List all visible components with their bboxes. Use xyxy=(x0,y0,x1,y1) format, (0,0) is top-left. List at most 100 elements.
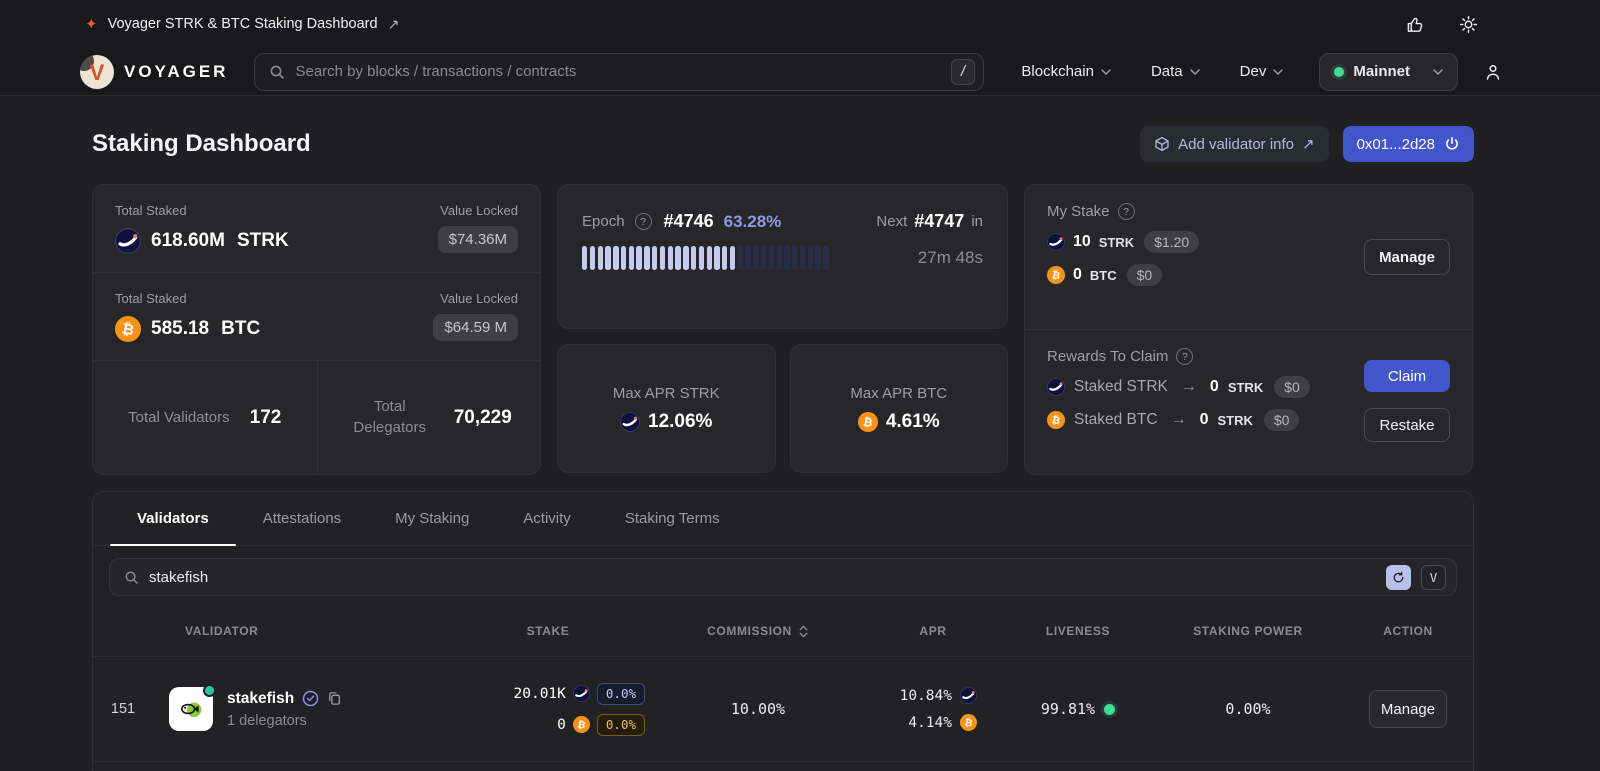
strk-icon xyxy=(115,228,141,254)
validator-search[interactable]: V xyxy=(109,558,1457,596)
col-liveness: LIVENESS xyxy=(1045,624,1111,638)
apr-btc-value: 4.14% xyxy=(908,714,952,731)
my-stake-strk-row: 10 STRK $1.20 xyxy=(1047,231,1364,253)
copy-icon[interactable] xyxy=(327,691,342,706)
total-staked-btc-amount: 585.18 xyxy=(151,318,210,339)
col-stake: STAKE xyxy=(526,624,570,638)
help-icon[interactable]: ? xyxy=(1176,348,1194,365)
global-search[interactable]: / xyxy=(254,52,985,91)
next-epoch-number: #4747 xyxy=(914,211,965,231)
stake-btc-amount: 0 xyxy=(557,716,566,733)
external-link-icon: ↗ xyxy=(387,15,400,32)
voyager-logo[interactable]: V VOYAGER xyxy=(80,54,229,89)
dashboard-link-title[interactable]: Voyager STRK & BTC Staking Dashboard xyxy=(108,16,378,32)
validator-delegators: 1 delegators xyxy=(227,712,307,729)
strk-icon xyxy=(960,687,977,704)
tab-validators[interactable]: Validators xyxy=(110,492,236,546)
liveness-dot xyxy=(1104,703,1116,715)
max-apr-strk-card: Max APR STRK 12.06% xyxy=(557,344,776,473)
search-icon xyxy=(124,570,139,585)
user-account-icon[interactable] xyxy=(1484,63,1502,81)
btc-icon: ₿ xyxy=(960,714,977,731)
network-label: Mainnet xyxy=(1353,63,1410,80)
total-staked-btc: Total Staked ₿ 585.18 BTC Value Locked $… xyxy=(93,272,540,360)
my-stake-card: My Stake ? 10 STRK $1.20 ₿ 0 BTC $0 Mana… xyxy=(1024,184,1473,475)
total-staked-strk-unit: STRK xyxy=(236,230,289,251)
btc-icon: ₿ xyxy=(857,411,878,432)
menu-blockchain[interactable]: Blockchain xyxy=(1021,63,1111,80)
strk-icon xyxy=(620,411,640,432)
strk-icon xyxy=(1047,378,1065,396)
col-validator: VALIDATOR xyxy=(185,624,259,638)
arrow-right-icon: → xyxy=(1180,378,1197,395)
stakefish-logo xyxy=(169,684,216,731)
menu-data[interactable]: Data xyxy=(1151,63,1200,80)
brand-name: VOYAGER xyxy=(124,61,229,81)
rewards-btc-source: Staked BTC xyxy=(1074,411,1158,428)
network-selector[interactable]: Mainnet xyxy=(1319,52,1458,91)
rewards-btc-unit: STRK xyxy=(1217,412,1253,428)
validators-panel: Validators Attestations My Staking Activ… xyxy=(92,491,1474,771)
max-apr-strk-label: Max APR STRK xyxy=(612,384,720,402)
stake-btc-share-badge: 0.0% xyxy=(596,713,645,736)
rewards-strk-usd: $0 xyxy=(1274,376,1310,398)
total-staked-btc-label: Total Staked xyxy=(115,291,187,306)
claim-button[interactable]: Claim xyxy=(1364,360,1450,392)
total-staked-btc-unit: BTC xyxy=(221,318,261,339)
menu-data-label: Data xyxy=(1150,63,1183,80)
validator-name[interactable]: stakefish xyxy=(227,690,294,708)
epoch-card: Epoch ? #4746 63.28% Next #4747 in 27m 4… xyxy=(557,184,1008,329)
value-locked-btc: $64.59 M xyxy=(433,314,518,341)
col-action: ACTION xyxy=(1383,624,1433,638)
search-shortcut-key: / xyxy=(951,58,976,85)
verified-icon xyxy=(302,690,319,707)
total-validators-label: Total Validators xyxy=(128,409,230,426)
btc-icon: ₿ xyxy=(1047,266,1065,284)
rewards-strk-unit: STRK xyxy=(1227,379,1264,395)
power-icon xyxy=(1446,137,1458,150)
total-staked-strk: Total Staked 618.60M STRK Value Locked $… xyxy=(93,185,540,272)
search-shortcut-key: V xyxy=(1421,564,1446,590)
tab-attestations[interactable]: Attestations xyxy=(236,492,368,545)
tab-activity[interactable]: Activity xyxy=(496,492,598,545)
col-apr: APR xyxy=(919,624,947,638)
add-validator-label: Add validator info xyxy=(1178,135,1295,153)
rewards-label: Rewards To Claim xyxy=(1047,348,1169,365)
epoch-label: Epoch xyxy=(582,213,625,230)
rewards-btc-usd: $0 xyxy=(1263,409,1300,431)
chevron-down-icon xyxy=(1273,68,1284,75)
my-stake-strk-amount: 10 xyxy=(1073,233,1091,250)
search-icon xyxy=(269,64,285,80)
wallet-button[interactable]: 0x01...2d28 xyxy=(1342,126,1474,162)
validator-search-input[interactable] xyxy=(149,568,1376,586)
max-apr-btc-card: Max APR BTC ₿ 4.61% xyxy=(789,344,1008,473)
total-staked-strk-label: Total Staked xyxy=(115,203,187,218)
row-manage-button[interactable]: Manage xyxy=(1369,690,1447,728)
menu-blockchain-label: Blockchain xyxy=(1021,63,1094,80)
manage-stake-button[interactable]: Manage xyxy=(1364,239,1450,275)
epoch-progress-bar xyxy=(582,246,832,270)
global-search-input[interactable] xyxy=(295,63,942,80)
stake-strk-share-badge: 0.0% xyxy=(596,682,645,705)
tab-my-staking[interactable]: My Staking xyxy=(368,492,496,545)
refresh-button[interactable] xyxy=(1386,564,1411,590)
rewards-strk-source: Staked STRK xyxy=(1074,378,1168,395)
table-row[interactable]: 151 stakefish 1 delegators 20.01K 0.0% 0… xyxy=(93,656,1473,761)
network-status-dot xyxy=(1334,66,1345,77)
restake-button[interactable]: Restake xyxy=(1364,408,1450,442)
theme-toggle-icon[interactable] xyxy=(1459,15,1478,34)
add-validator-button[interactable]: Add validator info ↗ xyxy=(1140,126,1329,162)
help-icon[interactable]: ? xyxy=(1117,203,1135,220)
voyager-logo-icon: V xyxy=(80,54,114,89)
btc-icon: ₿ xyxy=(1047,411,1065,429)
total-validators: Total Validators 172 xyxy=(93,361,317,474)
main-content: Staking Dashboard Add validator info ↗ 0… xyxy=(0,95,1600,771)
menu-dev[interactable]: Dev xyxy=(1240,63,1284,80)
like-icon[interactable] xyxy=(1406,15,1425,34)
tab-staking-terms[interactable]: Staking Terms xyxy=(598,492,747,545)
btc-icon: ₿ xyxy=(572,716,590,733)
col-commission[interactable]: COMMISSION xyxy=(653,624,863,638)
total-delegators: Total Delegators 70,229 xyxy=(316,361,541,474)
rewards-btc-amount: 0 xyxy=(1199,411,1209,428)
help-icon[interactable]: ? xyxy=(634,213,652,230)
